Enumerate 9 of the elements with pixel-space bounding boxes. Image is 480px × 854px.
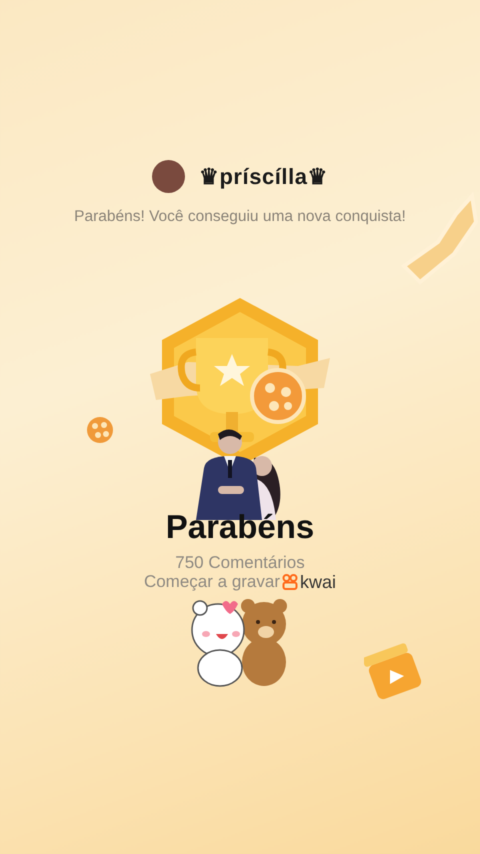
avatar bbox=[152, 160, 185, 193]
achievement-count: 750 Comentários bbox=[175, 554, 305, 572]
brand-name: kwai bbox=[300, 572, 336, 592]
kwai-logo-icon bbox=[282, 574, 298, 590]
congratulations-title: Parabéns bbox=[166, 508, 314, 546]
record-prompt: Começar a gravar bbox=[144, 572, 280, 592]
username: ♛príscílla♛ bbox=[198, 163, 328, 191]
film-reel-icon bbox=[86, 416, 114, 444]
achievement-message: Parabéns! Você conseguiu uma nova conquista! bbox=[74, 207, 406, 227]
